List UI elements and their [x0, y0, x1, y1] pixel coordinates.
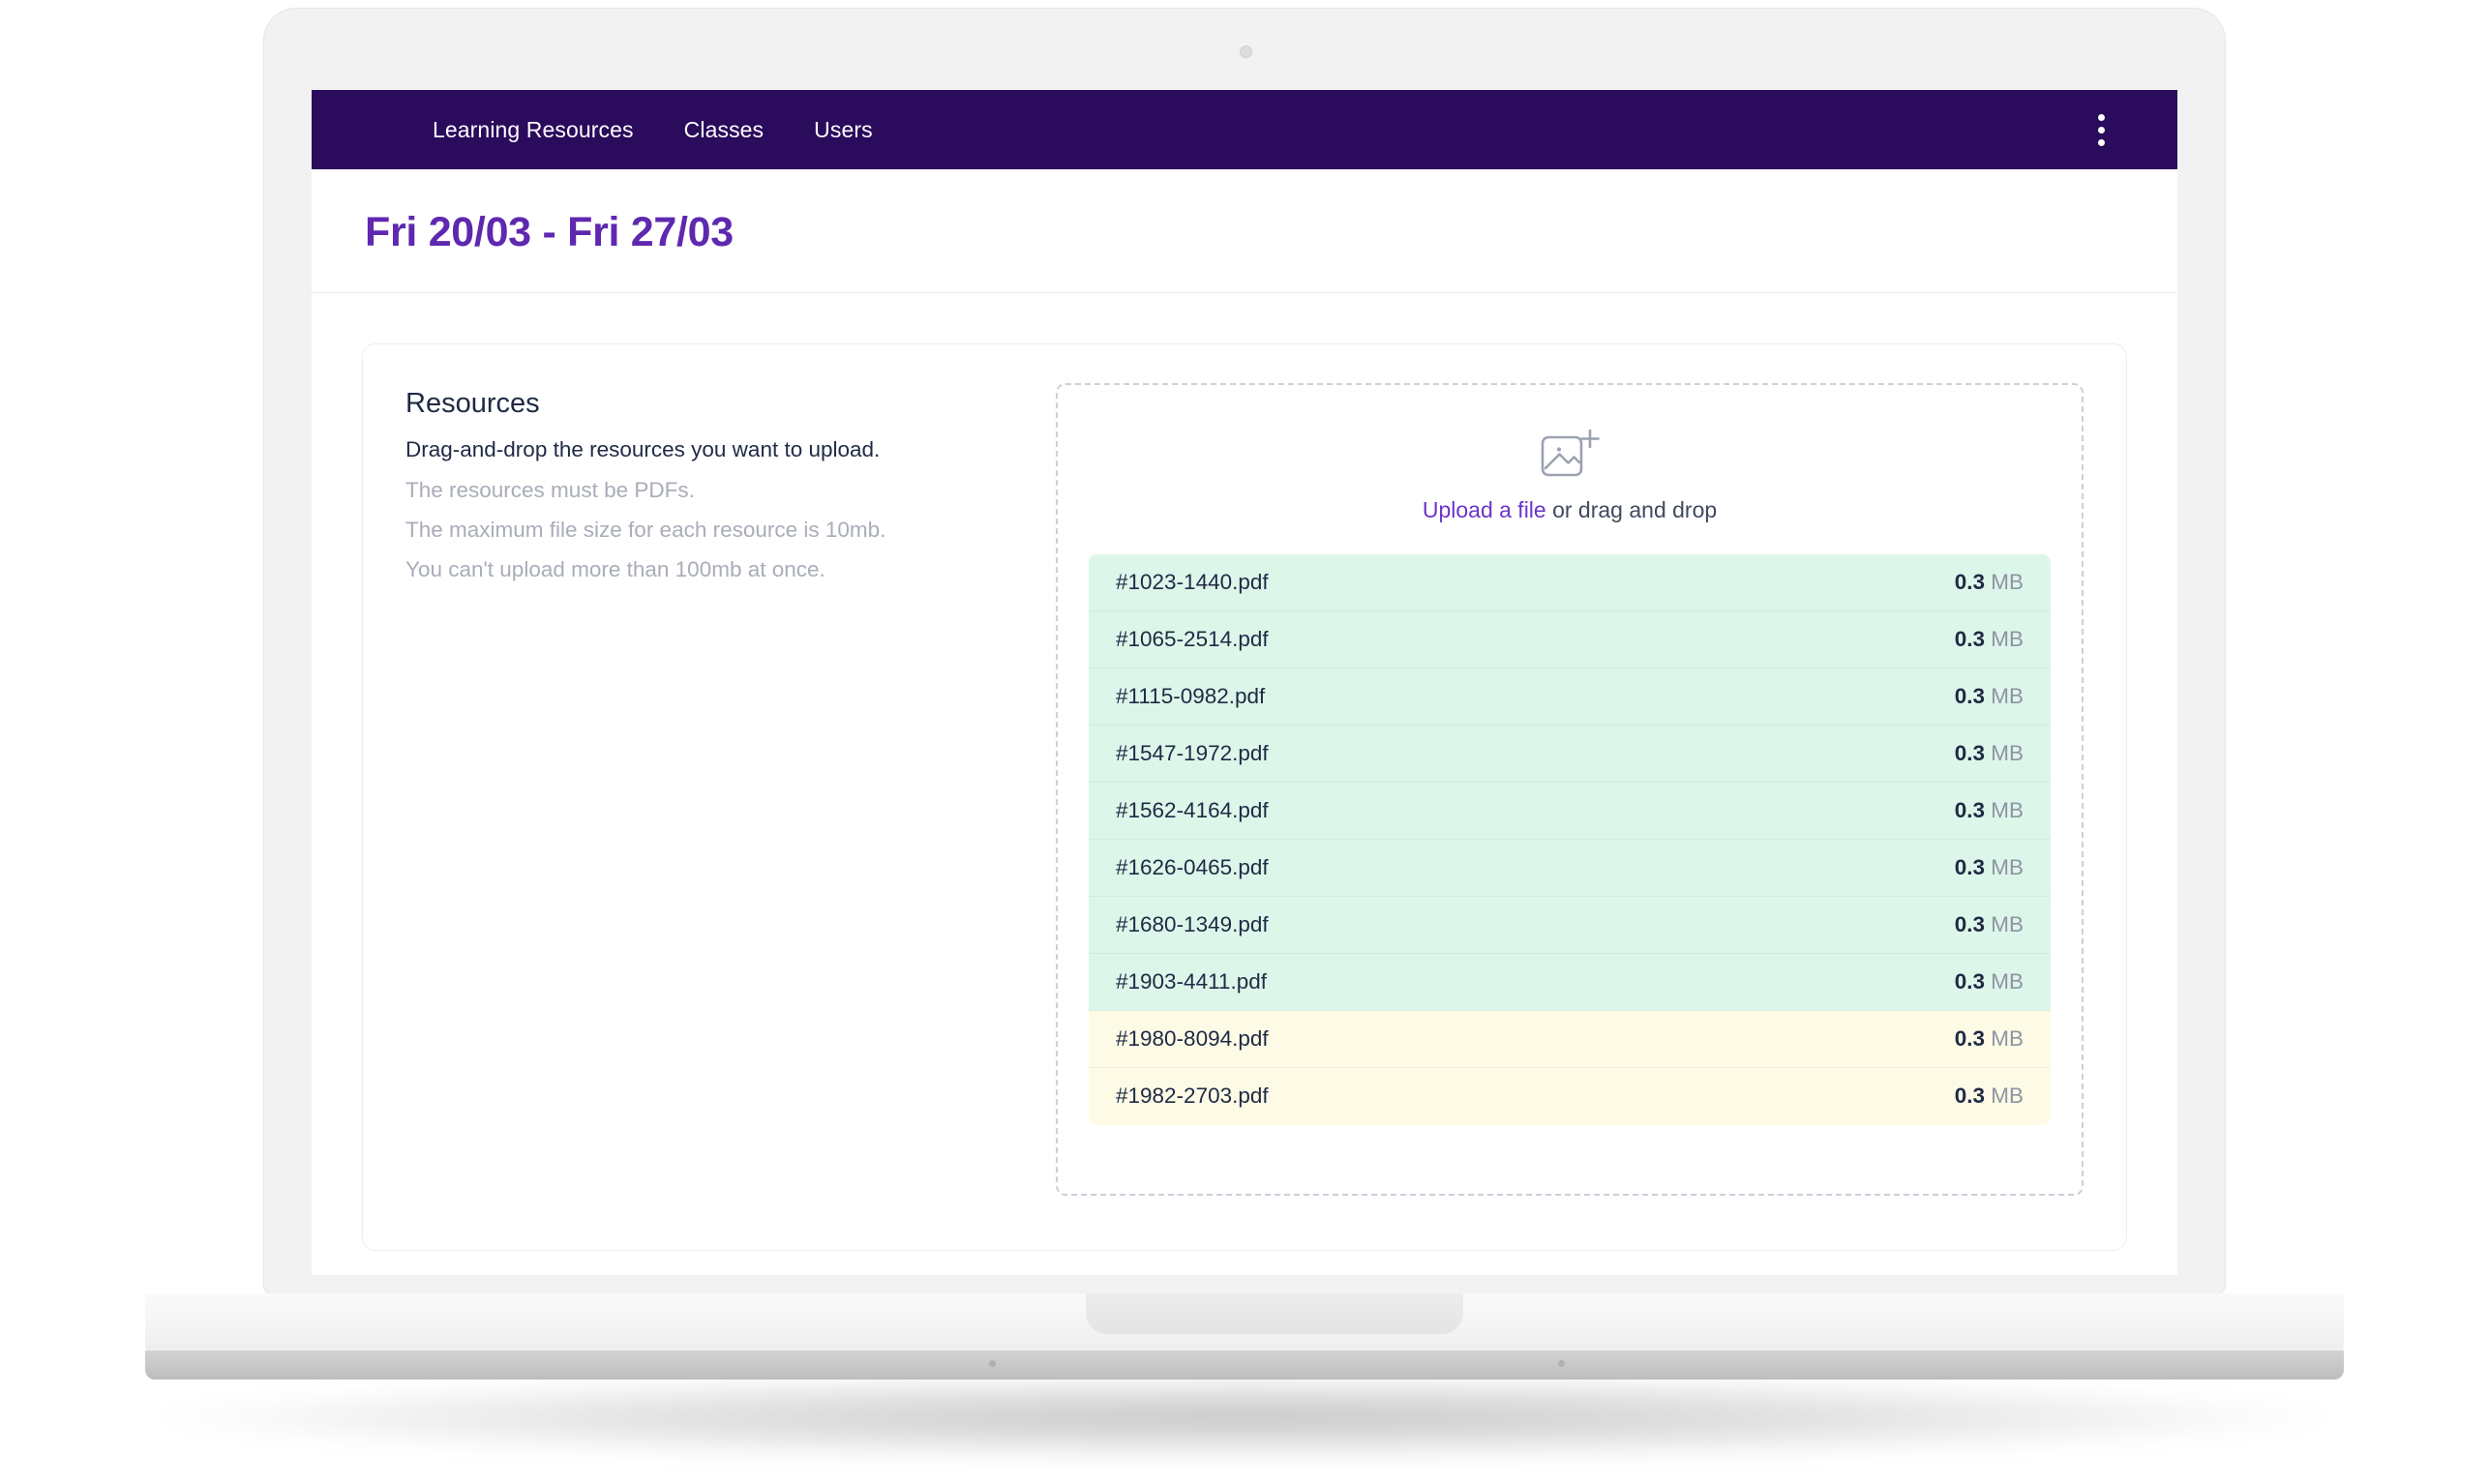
- file-size: 0.3 MB: [1954, 683, 2024, 708]
- page-header: Fri 20/03 - Fri 27/03: [312, 169, 2177, 293]
- resources-hint-total-size: You can't upload more than 100mb at once…: [405, 557, 825, 582]
- file-size: 0.3 MB: [1954, 797, 2024, 822]
- dropzone-header: Upload a file or drag and drop: [1089, 428, 2051, 554]
- webcam-icon: [1241, 46, 1251, 57]
- kebab-dot: [2097, 113, 2105, 121]
- resources-hint-primary: Drag-and-drop the resources you want to …: [405, 436, 881, 461]
- file-size-unit: MB: [1991, 797, 2024, 822]
- file-size-unit: MB: [1991, 1083, 2024, 1109]
- file-size-value: 0.3: [1954, 968, 1985, 994]
- file-size: 0.3 MB: [1954, 740, 2024, 765]
- file-name: #1980-8094.pdf: [1116, 1025, 1269, 1051]
- file-row[interactable]: #1903-4411.pdf 0.3 MB: [1089, 954, 2051, 1011]
- file-size-unit: MB: [1991, 683, 2024, 708]
- laptop-base-edge: [145, 1350, 2344, 1380]
- file-row[interactable]: #1626-0465.pdf 0.3 MB: [1089, 840, 2051, 897]
- file-size-value: 0.3: [1954, 569, 1985, 594]
- nav-link-classes[interactable]: Classes: [684, 118, 765, 141]
- file-name: #1023-1440.pdf: [1116, 569, 1269, 594]
- file-row[interactable]: #1562-4164.pdf 0.3 MB: [1089, 783, 2051, 840]
- resources-section-title: Resources: [405, 388, 540, 419]
- file-size: 0.3 MB: [1954, 911, 2024, 936]
- kebab-menu-icon[interactable]: [2084, 108, 2117, 151]
- file-name: #1982-2703.pdf: [1116, 1083, 1269, 1109]
- file-name: #1065-2514.pdf: [1116, 626, 1269, 651]
- file-size-value: 0.3: [1954, 683, 1985, 708]
- file-row[interactable]: #1547-1972.pdf 0.3 MB: [1089, 726, 2051, 783]
- file-dropzone[interactable]: Upload a file or drag and drop #1023-144…: [1056, 383, 2084, 1196]
- file-row[interactable]: #1115-0982.pdf 0.3 MB: [1089, 668, 2051, 726]
- file-size-value: 0.3: [1954, 797, 1985, 822]
- file-size-unit: MB: [1991, 626, 2024, 651]
- resources-card: Resources Drag-and-drop the resources yo…: [362, 343, 2127, 1251]
- nav-link-learning-resources[interactable]: Learning Resources: [433, 118, 634, 141]
- file-size-value: 0.3: [1954, 911, 1985, 936]
- upload-panel: Upload a file or drag and drop #1023-144…: [1035, 383, 2084, 1196]
- file-row[interactable]: #1680-1349.pdf 0.3 MB: [1089, 897, 2051, 954]
- laptop-mockup-stage: Learning Resources Classes Users Fri 20/…: [0, 0, 2489, 1484]
- file-size-unit: MB: [1991, 911, 2024, 936]
- nav-links: Learning Resources Classes Users: [433, 118, 873, 141]
- file-row[interactable]: #1980-8094.pdf 0.3 MB: [1089, 1011, 2051, 1068]
- file-size-unit: MB: [1991, 569, 2024, 594]
- file-name: #1903-4411.pdf: [1116, 968, 1267, 994]
- file-row[interactable]: #1023-1440.pdf 0.3 MB: [1089, 554, 2051, 611]
- file-size: 0.3 MB: [1954, 968, 2024, 994]
- image-plus-icon: [1541, 429, 1600, 477]
- file-name: #1115-0982.pdf: [1116, 683, 1266, 708]
- file-row[interactable]: #1982-2703.pdf 0.3 MB: [1089, 1068, 2051, 1125]
- file-size-value: 0.3: [1954, 626, 1985, 651]
- file-name: #1680-1349.pdf: [1116, 911, 1269, 936]
- dropzone-caption: Upload a file or drag and drop: [1423, 499, 1717, 521]
- laptop-shadow: [155, 1374, 2332, 1461]
- kebab-dot: [2097, 138, 2105, 146]
- file-size: 0.3 MB: [1954, 626, 2024, 651]
- file-size: 0.3 MB: [1954, 854, 2024, 879]
- file-size-value: 0.3: [1954, 1025, 1985, 1051]
- laptop-foot: [1558, 1360, 1565, 1367]
- file-size-unit: MB: [1991, 740, 2024, 765]
- laptop-base-notch: [1086, 1293, 1463, 1334]
- file-size-value: 0.3: [1954, 740, 1985, 765]
- file-size-unit: MB: [1991, 1025, 2024, 1051]
- resources-info-panel: Resources Drag-and-drop the resources yo…: [405, 383, 1005, 1196]
- top-navbar: Learning Resources Classes Users: [312, 90, 2177, 169]
- file-name: #1562-4164.pdf: [1116, 797, 1269, 822]
- file-row[interactable]: #1065-2514.pdf 0.3 MB: [1089, 611, 2051, 668]
- file-size-unit: MB: [1991, 968, 2024, 994]
- nav-link-users[interactable]: Users: [814, 118, 873, 141]
- uploaded-file-list: #1023-1440.pdf 0.3 MB #1065-2514.pdf 0.3 MB…: [1089, 554, 2051, 1125]
- file-size-unit: MB: [1991, 854, 2024, 879]
- file-size-value: 0.3: [1954, 854, 1985, 879]
- file-name: #1626-0465.pdf: [1116, 854, 1269, 879]
- resources-hint-pdf: The resources must be PDFs.: [405, 478, 695, 503]
- file-size: 0.3 MB: [1954, 1025, 2024, 1051]
- kebab-dot: [2097, 126, 2105, 134]
- page-title: Fri 20/03 - Fri 27/03: [365, 209, 734, 255]
- laptop-foot: [989, 1360, 996, 1367]
- file-size-value: 0.3: [1954, 1083, 1985, 1109]
- file-size: 0.3 MB: [1954, 569, 2024, 594]
- resources-hint-max-size: The maximum file size for each resource …: [405, 518, 886, 543]
- file-name: #1547-1972.pdf: [1116, 740, 1269, 765]
- dropzone-caption-rest: or drag and drop: [1545, 497, 1718, 522]
- page-body: Resources Drag-and-drop the resources yo…: [312, 293, 2177, 1275]
- upload-a-file-link[interactable]: Upload a file: [1423, 497, 1546, 522]
- app-screen: Learning Resources Classes Users Fri 20/…: [312, 90, 2177, 1275]
- file-size: 0.3 MB: [1955, 1085, 2024, 1108]
